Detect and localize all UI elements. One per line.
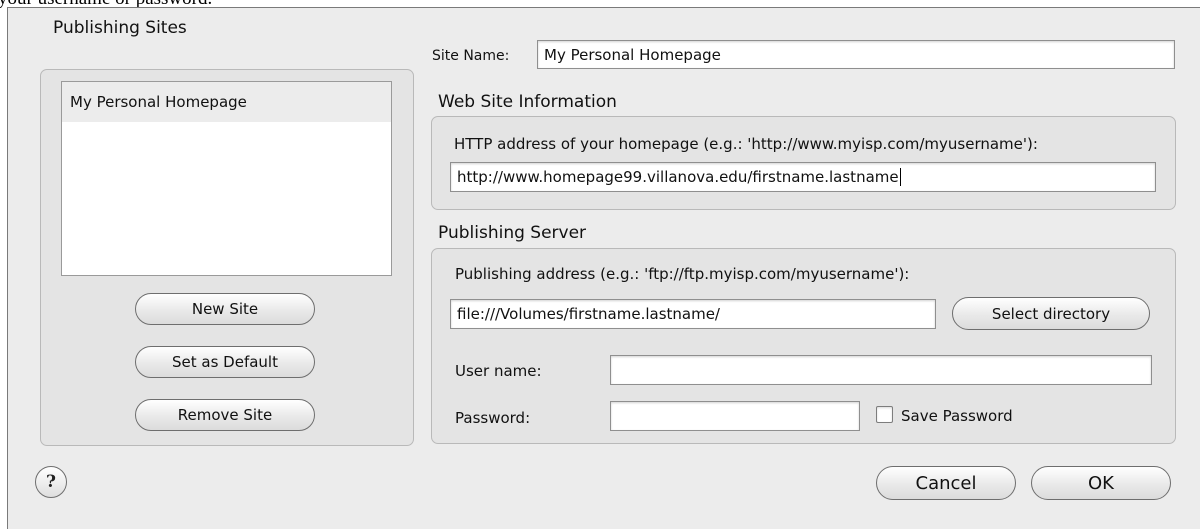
select-directory-button[interactable]: Select directory [952, 297, 1150, 330]
text-caret [899, 168, 901, 186]
web-site-information-title: Web Site Information [438, 92, 617, 112]
sites-list[interactable]: My Personal Homepage [61, 81, 392, 276]
remove-site-button[interactable]: Remove Site [135, 399, 315, 431]
http-address-value: http://www.homepage99.villanova.edu/firs… [457, 168, 899, 186]
publishing-address-value: file:///Volumes/firstname.lastname/ [457, 305, 720, 323]
help-button[interactable]: ? [35, 466, 67, 498]
user-name-label: User name: [455, 362, 542, 380]
site-name-value: My Personal Homepage [544, 45, 721, 64]
password-label: Password: [455, 409, 531, 427]
http-address-label: HTTP address of your homepage (e.g.: 'ht… [454, 135, 1038, 153]
new-site-button[interactable]: New Site [135, 293, 315, 325]
save-password-checkbox[interactable] [876, 406, 893, 423]
ok-button[interactable]: OK [1031, 466, 1171, 500]
cancel-button[interactable]: Cancel [876, 466, 1016, 500]
publishing-settings-dialog: Publishing Sites My Personal Homepage Ne… [7, 7, 1200, 529]
site-name-field[interactable]: My Personal Homepage [537, 40, 1175, 69]
publishing-server-group: Publishing address (e.g.: 'ftp://ftp.myi… [431, 248, 1176, 444]
set-as-default-button[interactable]: Set as Default [135, 346, 315, 378]
publishing-server-title: Publishing Server [438, 223, 587, 243]
site-name-label: Site Name: [432, 48, 510, 64]
http-address-field[interactable]: http://www.homepage99.villanova.edu/firs… [450, 162, 1156, 192]
save-password-label: Save Password [901, 407, 1013, 425]
list-item[interactable]: My Personal Homepage [62, 82, 391, 122]
password-field[interactable] [610, 401, 860, 431]
publishing-address-label: Publishing address (e.g.: 'ftp://ftp.myi… [455, 265, 910, 283]
publishing-sites-title: Publishing Sites [53, 18, 187, 38]
user-name-field[interactable] [610, 355, 1152, 385]
web-site-information-group: HTTP address of your homepage (e.g.: 'ht… [431, 116, 1176, 210]
help-icon: ? [46, 472, 56, 492]
publishing-address-field[interactable]: file:///Volumes/firstname.lastname/ [450, 299, 936, 329]
publishing-sites-group: My Personal Homepage [40, 69, 414, 446]
